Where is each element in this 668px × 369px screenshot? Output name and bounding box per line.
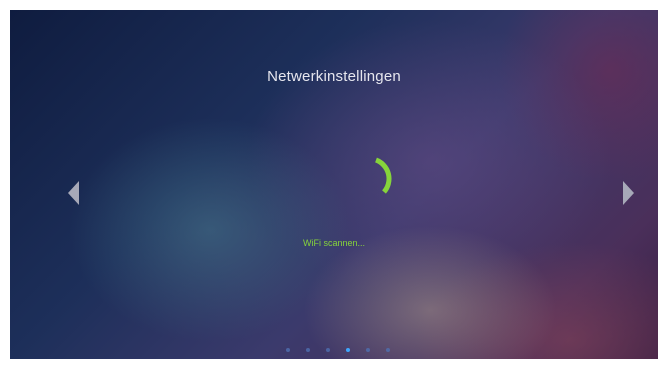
page-dot[interactable]: [286, 348, 290, 352]
scan-status-text: WiFi scannen...: [302, 238, 366, 248]
page-dot[interactable]: [366, 348, 370, 352]
page-dot[interactable]: [306, 348, 310, 352]
chevron-left-icon[interactable]: [68, 181, 79, 205]
page-dot-active[interactable]: [346, 348, 350, 352]
page-indicator: [286, 347, 390, 353]
page-dot[interactable]: [326, 348, 330, 352]
page-dot[interactable]: [386, 348, 390, 352]
chevron-right-icon[interactable]: [623, 181, 634, 205]
page-title: Netwerkinstellingen: [267, 68, 401, 85]
network-settings-screen: Netwerkinstellingen WiFi scannen...: [10, 10, 658, 359]
loading-spinner-icon: [374, 157, 392, 194]
